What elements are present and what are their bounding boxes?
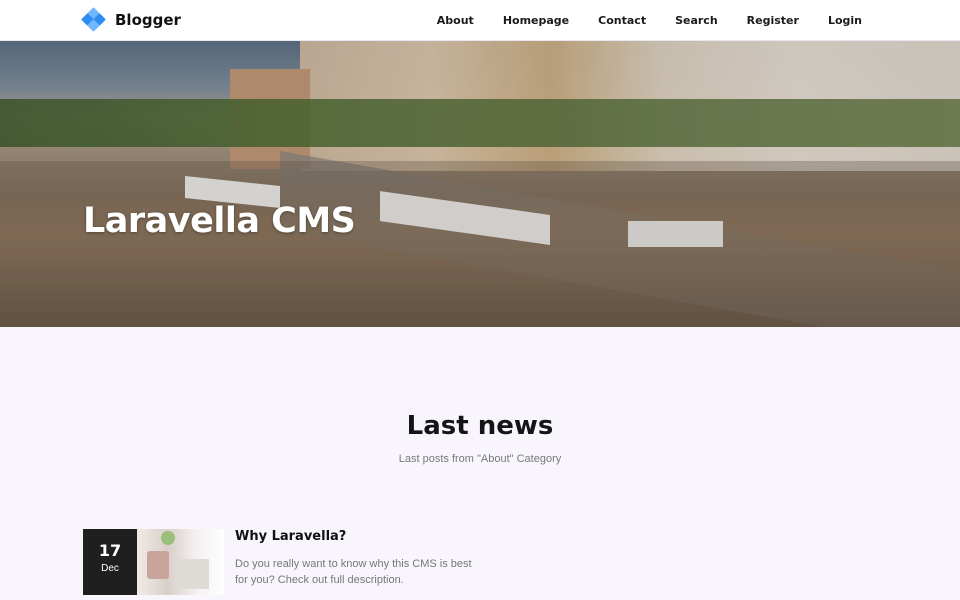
brand-name: Blogger bbox=[115, 11, 181, 29]
blogger-logo-icon bbox=[81, 7, 106, 32]
nav-homepage-link[interactable]: Homepage bbox=[503, 14, 569, 27]
top-navbar: Blogger About Homepage Contact Search Re… bbox=[0, 0, 960, 41]
section-title: Last news bbox=[406, 411, 554, 441]
nav-about-link[interactable]: About bbox=[437, 14, 474, 27]
news-post-card[interactable]: 17 Dec Why Laravella? Do you really want… bbox=[83, 529, 503, 595]
post-thumbnail[interactable]: 17 Dec bbox=[83, 529, 224, 595]
nav-login-link[interactable]: Login bbox=[828, 14, 862, 27]
hero-banner: Laravella CMS bbox=[0, 41, 960, 327]
nav-search-link[interactable]: Search bbox=[675, 14, 718, 27]
brand[interactable]: Blogger bbox=[81, 7, 181, 32]
nav-contact-link[interactable]: Contact bbox=[598, 14, 646, 27]
main-nav: About Homepage Contact Search Register L… bbox=[408, 0, 862, 41]
nav-register-link[interactable]: Register bbox=[747, 14, 799, 27]
post-date-month: Dec bbox=[101, 563, 119, 574]
post-title[interactable]: Why Laravella? bbox=[235, 529, 346, 544]
post-date-day: 17 bbox=[98, 541, 122, 560]
post-excerpt: Do you really want to know why this CMS … bbox=[235, 558, 472, 586]
post-date-badge: 17 Dec bbox=[83, 529, 137, 595]
plant-decoration bbox=[161, 531, 175, 545]
cup-decoration bbox=[147, 551, 169, 579]
section-subtitle: Last posts from "About" Category bbox=[398, 453, 562, 465]
hero-overlay bbox=[0, 41, 960, 327]
hero-title: Laravella CMS bbox=[83, 201, 356, 241]
laptop-decoration bbox=[175, 559, 209, 589]
